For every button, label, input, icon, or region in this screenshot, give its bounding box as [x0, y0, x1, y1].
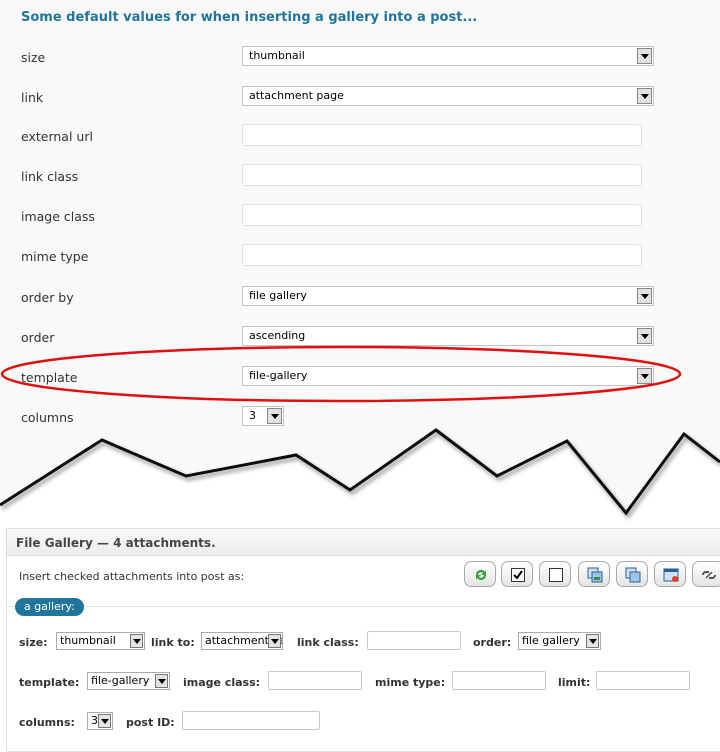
uncheck-all-icon: [549, 568, 563, 582]
gallery-link-class-input[interactable]: [367, 631, 461, 650]
duplicate-icon: [625, 567, 641, 583]
gallery-columns-select[interactable]: 3: [87, 712, 113, 730]
post-id-label: post ID:: [126, 716, 175, 729]
delete-button[interactable]: [654, 561, 686, 587]
duplicate-button[interactable]: [616, 561, 648, 587]
mime-type-label: mime type:: [375, 676, 446, 689]
delete-icon: [663, 568, 679, 582]
template-highlight-ellipse: [0, 345, 682, 403]
template-label: template:: [19, 676, 80, 689]
file-gallery-panel: File Gallery — 4 attachments. Insert che…: [6, 528, 720, 752]
gallery-size-select[interactable]: thumbnail: [56, 632, 145, 650]
limit-label: limit:: [558, 676, 591, 689]
check-all-icon: [511, 568, 525, 582]
copy-icon: [587, 567, 603, 583]
panel-header: File Gallery — 4 attachments.: [7, 529, 720, 556]
insert-as-label: Insert checked attachments into post as:: [19, 570, 245, 583]
gallery-mime-type-input[interactable]: [452, 671, 546, 690]
tab-separator: [7, 606, 720, 607]
panel-title: File Gallery — 4 attachments.: [16, 536, 216, 550]
columns-label: columns:: [19, 716, 75, 729]
gallery-image-class-input[interactable]: [268, 671, 362, 690]
refresh-icon: [476, 570, 486, 580]
refresh-button[interactable]: [464, 561, 496, 587]
gallery-link-to-select[interactable]: attachment page: [201, 632, 283, 650]
check-all-button[interactable]: [501, 561, 533, 587]
chevron-down-icon[interactable]: [586, 634, 599, 648]
chevron-down-icon[interactable]: [130, 634, 143, 648]
gallery-post-id-input[interactable]: [182, 711, 320, 730]
image-class-label: image class:: [183, 676, 261, 689]
chevron-down-icon[interactable]: [98, 714, 111, 728]
gallery-limit-input[interactable]: [596, 671, 690, 690]
gallery-template-select[interactable]: file-gallery: [87, 672, 170, 690]
size-label: size:: [19, 636, 48, 649]
order-label: order:: [473, 636, 512, 649]
chevron-down-icon[interactable]: [155, 674, 168, 688]
chevron-down-icon[interactable]: [268, 634, 281, 648]
tab-a-gallery[interactable]: a gallery:: [15, 598, 84, 616]
unlink-icon: [702, 571, 716, 579]
link-class-label: link class:: [297, 636, 359, 649]
copy-button[interactable]: [578, 561, 610, 587]
link-to-label: link to:: [151, 636, 195, 649]
gallery-order-select[interactable]: file gallery: [518, 632, 601, 650]
unlink-button[interactable]: [692, 561, 720, 587]
uncheck-all-button[interactable]: [539, 561, 571, 587]
